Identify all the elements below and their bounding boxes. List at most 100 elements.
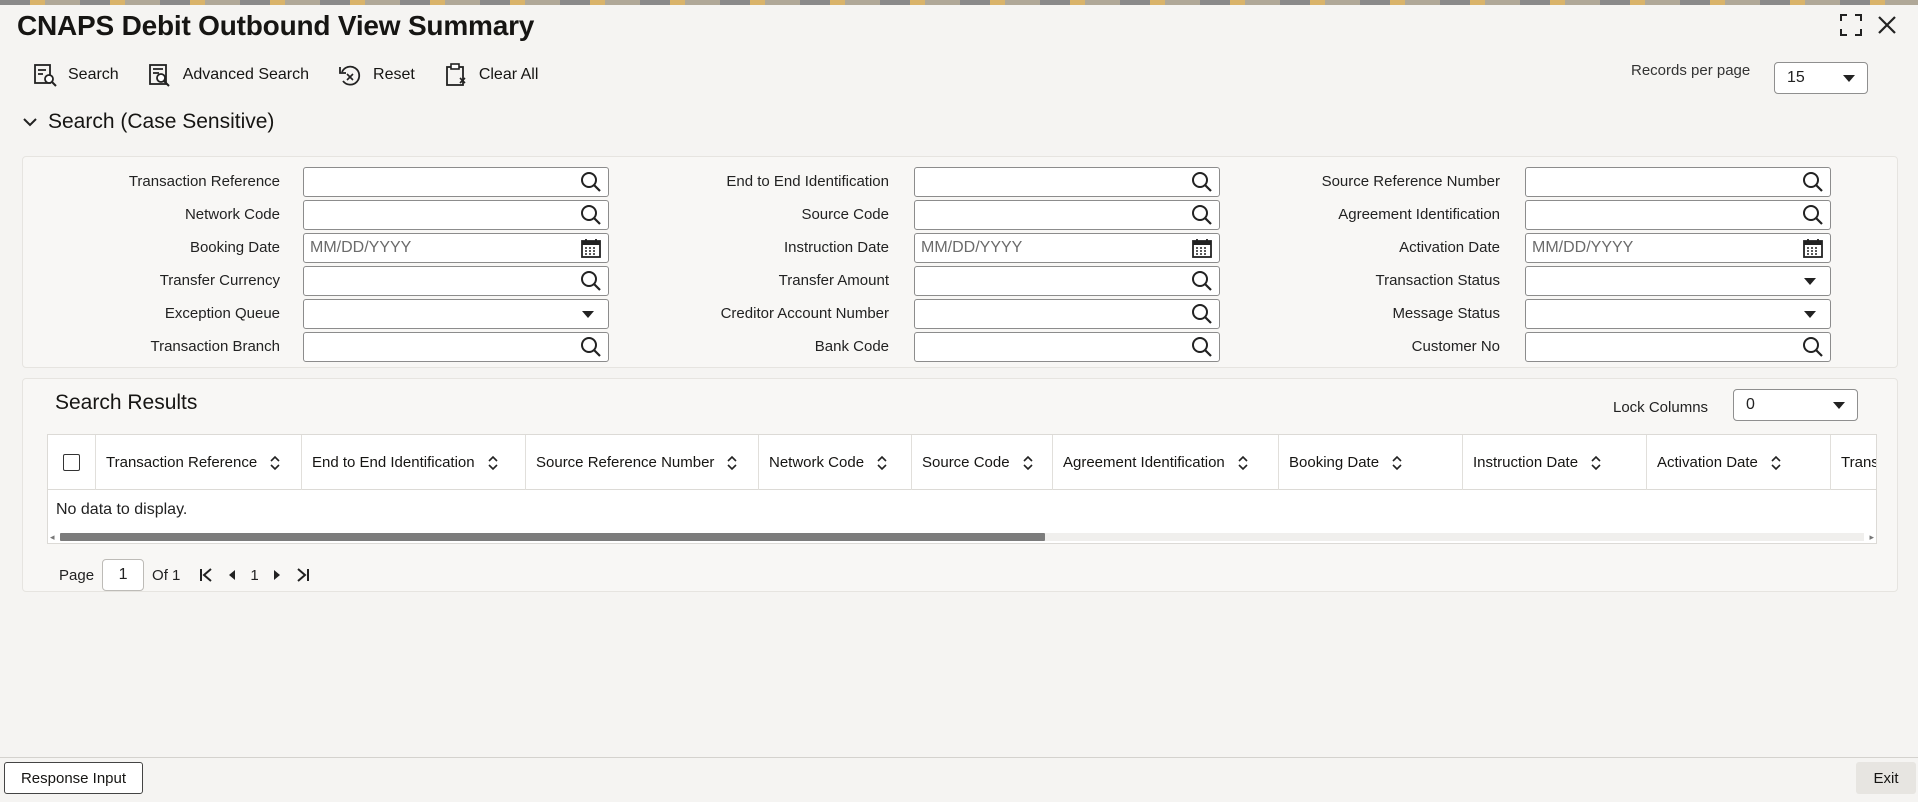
search-button[interactable]: Search	[32, 62, 119, 88]
sort-icon[interactable]	[726, 455, 738, 471]
page-number-input[interactable]: 1	[102, 559, 145, 591]
network-code-field[interactable]	[303, 200, 609, 230]
column-header[interactable]: Transaction Reference	[96, 435, 302, 490]
transaction-reference-field[interactable]	[303, 167, 609, 197]
calendar-icon[interactable]	[580, 237, 602, 259]
select-all-checkbox[interactable]	[63, 454, 80, 471]
lock-columns-select[interactable]: 0	[1733, 389, 1858, 421]
network-code-label: Network Code	[184, 206, 280, 223]
column-header[interactable]: Booking Date	[1279, 435, 1463, 490]
sort-icon[interactable]	[1237, 455, 1249, 471]
search-icon[interactable]	[1802, 171, 1824, 193]
response-input-button[interactable]: Response Input	[4, 762, 143, 794]
search-icon[interactable]	[1191, 270, 1213, 292]
clear-all-button[interactable]: Clear All	[443, 62, 538, 88]
customer-no-label: Customer No	[1411, 338, 1500, 355]
transaction-status-select[interactable]	[1525, 266, 1831, 296]
search-icon[interactable]	[580, 204, 602, 226]
message-status-select[interactable]	[1525, 299, 1831, 329]
select-all-cell	[48, 435, 96, 490]
scroll-right-icon[interactable]: ▸	[1869, 532, 1874, 543]
toolbar: Search Advanced Search Reset Clear All	[32, 62, 538, 88]
current-page-number[interactable]: 1	[250, 567, 258, 584]
activation-date-field[interactable]: MM/DD/YYYY	[1525, 233, 1831, 263]
reset-button[interactable]: Reset	[337, 62, 415, 88]
sort-icon[interactable]	[487, 455, 499, 471]
source-code-label: Source Code	[801, 206, 889, 223]
transaction-reference-label: Transaction Reference	[128, 173, 280, 190]
column-header[interactable]: Agreement Identification	[1053, 435, 1279, 490]
chevron-down-icon	[1804, 277, 1816, 285]
column-header[interactable]: Source Reference Number	[526, 435, 759, 490]
column-header[interactable]: Source Code	[912, 435, 1053, 490]
previous-page-icon[interactable]	[224, 567, 240, 583]
exception-queue-select[interactable]	[303, 299, 609, 329]
advanced-search-button[interactable]: Advanced Search	[147, 62, 309, 88]
maximize-icon[interactable]	[1838, 12, 1864, 38]
transfer-currency-field[interactable]	[303, 266, 609, 296]
next-page-icon[interactable]	[269, 567, 285, 583]
sort-icon[interactable]	[876, 455, 888, 471]
table-header-row: Transaction Reference End to End Identif…	[48, 435, 1876, 490]
horizontal-scrollbar[interactable]: ◂ ▸	[48, 530, 1876, 542]
search-icon[interactable]	[580, 171, 602, 193]
chevron-down-icon	[1833, 401, 1845, 409]
calendar-icon[interactable]	[1191, 237, 1213, 259]
end-to-end-identification-field[interactable]	[914, 167, 1220, 197]
sort-icon[interactable]	[1590, 455, 1602, 471]
customer-no-field[interactable]	[1525, 332, 1831, 362]
agreement-identification-field[interactable]	[1525, 200, 1831, 230]
search-icon[interactable]	[1191, 336, 1213, 358]
column-header[interactable]: Network Code	[759, 435, 912, 490]
instruction-date-field[interactable]: MM/DD/YYYY	[914, 233, 1220, 263]
last-page-icon[interactable]	[295, 567, 311, 583]
transaction-branch-field[interactable]	[303, 332, 609, 362]
search-icon[interactable]	[580, 336, 602, 358]
source-code-field[interactable]	[914, 200, 1220, 230]
sort-icon[interactable]	[1770, 455, 1782, 471]
search-button-label: Search	[68, 66, 119, 83]
activation-date-label: Activation Date	[1399, 239, 1500, 256]
end-to-end-identification-label: End to End Identification	[726, 173, 889, 190]
exception-queue-label: Exception Queue	[164, 305, 280, 322]
page-of-label: Of 1	[152, 566, 181, 584]
close-icon[interactable]	[1874, 12, 1900, 38]
search-icon[interactable]	[580, 270, 602, 292]
calendar-icon[interactable]	[1802, 237, 1824, 259]
column-header[interactable]: Instruction Date	[1463, 435, 1647, 490]
search-icon[interactable]	[1191, 204, 1213, 226]
column-header[interactable]: Activation Date	[1647, 435, 1831, 490]
instruction-date-label: Instruction Date	[783, 239, 889, 256]
sort-icon[interactable]	[1391, 455, 1403, 471]
agreement-identification-label: Agreement Identification	[1338, 206, 1500, 223]
sort-icon[interactable]	[1022, 455, 1034, 471]
booking-date-field[interactable]: MM/DD/YYYY	[303, 233, 609, 263]
search-section-header[interactable]: Search (Case Sensitive)	[22, 110, 274, 134]
no-data-message: No data to display.	[56, 501, 188, 518]
creditor-account-number-field[interactable]	[914, 299, 1220, 329]
transfer-amount-label: Transfer Amount	[778, 272, 889, 289]
scrollbar-thumb[interactable]	[60, 533, 1045, 541]
sort-icon[interactable]	[269, 455, 281, 471]
first-page-icon[interactable]	[198, 567, 214, 583]
search-panel: Transaction Reference End to End Identif…	[22, 156, 1898, 368]
scroll-left-icon[interactable]: ◂	[50, 532, 55, 543]
page-label: Page	[59, 566, 95, 584]
transfer-amount-field[interactable]	[914, 266, 1220, 296]
column-header[interactable]: Trans	[1831, 435, 1876, 490]
search-icon[interactable]	[1802, 336, 1824, 358]
page-title: CNAPS Debit Outbound View Summary	[17, 10, 535, 41]
exit-button[interactable]: Exit	[1856, 762, 1916, 794]
search-icon[interactable]	[1191, 171, 1213, 193]
search-icon[interactable]	[1191, 303, 1213, 325]
transaction-branch-label: Transaction Branch	[150, 338, 280, 355]
column-header[interactable]: End to End Identification	[302, 435, 526, 490]
search-icon[interactable]	[1802, 204, 1824, 226]
search-section-title: Search (Case Sensitive)	[48, 110, 275, 133]
bank-code-field[interactable]	[914, 332, 1220, 362]
footer-bar: Response Input Exit	[0, 757, 1918, 802]
records-per-page-select[interactable]: 15	[1774, 62, 1868, 94]
chevron-down-icon	[1843, 74, 1855, 82]
transaction-status-label: Transaction Status	[1375, 272, 1500, 289]
source-reference-number-field[interactable]	[1525, 167, 1831, 197]
